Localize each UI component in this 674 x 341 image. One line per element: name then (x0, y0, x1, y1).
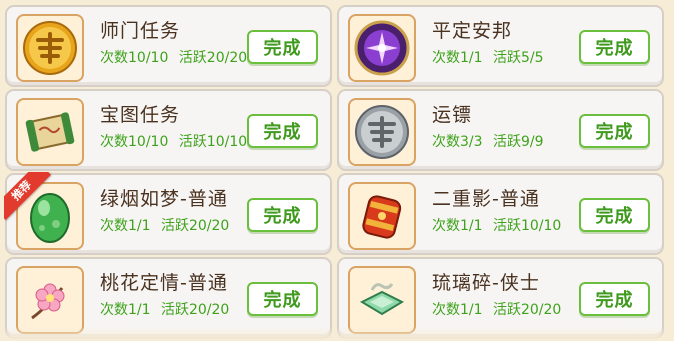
task-icon-frame (16, 14, 84, 82)
complete-button[interactable]: 完成 (247, 198, 318, 232)
task-count: 次数10/10 (100, 134, 169, 150)
task-card-yunbiao: 运镖 次数3/3 活跃9/9 完成 (337, 89, 664, 171)
task-name: 平定安邦 (432, 20, 513, 42)
task-name: 琉璃碎-侠士 (432, 272, 540, 294)
recommend-badge: 推荐 (4, 172, 54, 222)
task-icon-frame (348, 98, 416, 166)
task-card-pingding: 平定安邦 次数1/1 活跃5/5 完成 (337, 5, 664, 87)
complete-button[interactable]: 完成 (247, 30, 318, 64)
task-card-baotu: 宝图任务 次数10/10 活跃10/10 完成 (5, 89, 332, 171)
task-name: 桃花定情-普通 (100, 272, 228, 294)
task-activity: 活跃9/9 (492, 134, 544, 150)
task-activity: 活跃20/20 (160, 302, 230, 318)
task-name: 师门任务 (100, 20, 181, 42)
task-stats: 次数1/1 活跃10/10 (432, 215, 567, 235)
task-stats: 次数1/1 活跃20/20 (100, 215, 235, 235)
task-activity: 活跃5/5 (492, 50, 544, 66)
red-lantern-icon (362, 195, 402, 239)
dream-coin-icon (23, 21, 77, 75)
task-icon-frame (348, 266, 416, 334)
task-count: 次数1/1 (100, 218, 151, 234)
scroll-fade (0, 327, 674, 341)
task-activity: 活跃20/20 (492, 302, 562, 318)
purple-orb-icon (354, 20, 410, 76)
activity-panel: 师门任务 次数10/10 活跃20/20 完成 平定安邦 次数1/1 活跃5/5… (0, 0, 674, 341)
treasure-map-icon (25, 112, 75, 152)
task-activity: 活跃10/10 (492, 218, 562, 234)
task-icon-frame (348, 182, 416, 250)
task-icon-frame (16, 98, 84, 166)
task-count: 次数1/1 (432, 50, 483, 66)
task-count: 次数3/3 (432, 134, 483, 150)
task-stats: 次数10/10 活跃10/10 (100, 131, 253, 151)
task-card-shimen: 师门任务 次数10/10 活跃20/20 完成 (5, 5, 332, 87)
recommend-badge-label: 推荐 (4, 172, 51, 220)
task-stats: 次数3/3 活跃9/9 (432, 131, 550, 151)
task-activity: 活跃20/20 (160, 218, 230, 234)
peach-blossom-icon (31, 283, 65, 320)
task-card-lvyan: 推荐 绿烟如梦-普通 次数1/1 活跃20/20 完成 (4, 172, 332, 255)
task-count: 次数1/1 (432, 302, 483, 318)
complete-button[interactable]: 完成 (247, 282, 318, 316)
task-count: 次数10/10 (100, 50, 169, 66)
complete-button[interactable]: 完成 (579, 114, 650, 148)
task-name: 运镖 (432, 104, 473, 126)
task-stats: 次数1/1 活跃5/5 (432, 47, 550, 67)
jade-shard-icon (359, 283, 405, 316)
task-name: 二重影-普通 (432, 188, 540, 210)
task-stats: 次数1/1 活跃20/20 (432, 299, 567, 319)
task-stats: 次数1/1 活跃20/20 (100, 299, 235, 319)
task-card-erchongying: 二重影-普通 次数1/1 活跃10/10 完成 (337, 173, 664, 255)
task-icon-frame (348, 14, 416, 82)
silver-coin-icon (355, 105, 409, 159)
complete-button[interactable]: 完成 (247, 114, 318, 148)
task-name: 绿烟如梦-普通 (100, 188, 228, 210)
complete-button[interactable]: 完成 (579, 198, 650, 232)
task-name: 宝图任务 (100, 104, 181, 126)
task-count: 次数1/1 (100, 302, 151, 318)
task-stats: 次数10/10 活跃20/20 (100, 47, 253, 67)
task-activity: 活跃20/20 (178, 50, 248, 66)
task-activity: 活跃10/10 (178, 134, 248, 150)
task-count: 次数1/1 (432, 218, 483, 234)
task-icon-frame (16, 266, 84, 334)
complete-button[interactable]: 完成 (579, 30, 650, 64)
complete-button[interactable]: 完成 (579, 282, 650, 316)
